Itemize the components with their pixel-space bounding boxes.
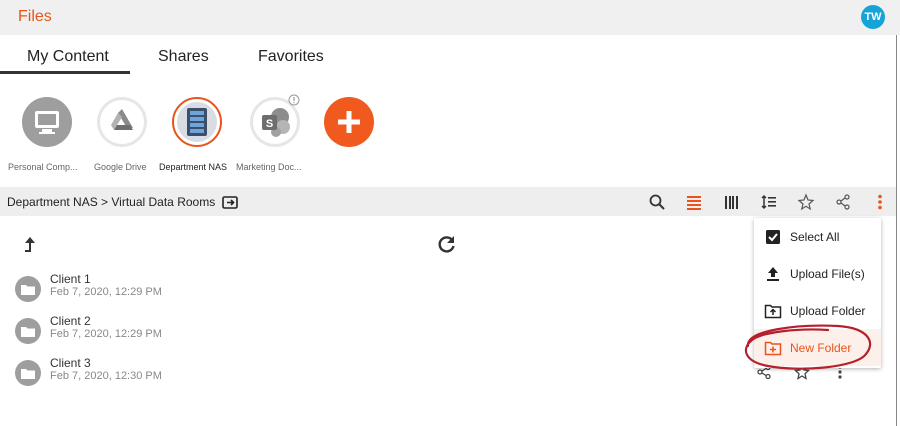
search-icon[interactable] — [648, 193, 666, 211]
file-date: Feb 7, 2020, 12:29 PM — [50, 328, 162, 340]
source-department-nas[interactable] — [172, 97, 222, 147]
source-google-drive[interactable] — [97, 97, 147, 147]
folder-icon — [15, 318, 41, 344]
user-avatar[interactable]: TW — [861, 5, 885, 29]
monitor-icon — [22, 97, 72, 147]
new-folder-icon — [764, 341, 782, 356]
menu-item-upload-files[interactable]: Upload File(s) — [754, 255, 881, 292]
file-name: Client 1 — [50, 272, 91, 286]
file-name: Client 3 — [50, 356, 91, 370]
up-level-icon[interactable] — [22, 237, 36, 253]
tab-shares[interactable]: Shares — [158, 48, 209, 66]
file-row[interactable]: Client 3 Feb 7, 2020, 12:30 PM — [15, 356, 415, 388]
source-label-department-nas: Department NAS — [159, 162, 228, 172]
list-view-icon[interactable] — [685, 193, 703, 211]
menu-item-label: Upload File(s) — [790, 267, 865, 281]
file-row[interactable]: Client 1 Feb 7, 2020, 12:29 PM — [15, 272, 415, 304]
upload-folder-icon — [764, 304, 782, 319]
menu-item-label: Select All — [790, 230, 840, 244]
source-label-google-drive: Google Drive — [94, 162, 147, 172]
nas-server-icon — [177, 102, 217, 142]
tab-my-content[interactable]: My Content — [27, 48, 109, 66]
star-icon[interactable] — [797, 193, 815, 211]
menu-item-label: Upload Folder — [790, 304, 866, 318]
svg-text:S: S — [266, 118, 273, 130]
plus-icon — [338, 111, 360, 133]
add-source-button[interactable] — [324, 97, 374, 147]
source-label-marketing-docs: Marketing Doc... — [236, 162, 302, 172]
path-bar: Department NAS > Virtual Data Rooms — [0, 187, 896, 216]
refresh-icon[interactable] — [437, 234, 457, 254]
source-marketing-docs[interactable]: S — [250, 94, 300, 147]
file-date: Feb 7, 2020, 12:29 PM — [50, 286, 162, 298]
app-title: Files — [18, 8, 52, 25]
file-date: Feb 7, 2020, 12:30 PM — [50, 370, 162, 382]
upload-icon — [767, 267, 779, 281]
storage-sources: S Personal Comp... Google Drive Departme… — [0, 90, 896, 180]
source-label-personal-computer: Personal Comp... — [8, 162, 78, 172]
tab-favorites[interactable]: Favorites — [258, 48, 324, 66]
tab-bar: My Content Shares Favorites — [0, 35, 896, 75]
info-badge-icon — [288, 94, 300, 106]
menu-item-select-all[interactable]: Select All — [754, 218, 881, 255]
more-actions-menu: Select All Upload File(s) Upload Folder … — [754, 218, 881, 368]
file-row[interactable]: Client 2 Feb 7, 2020, 12:29 PM — [15, 314, 415, 346]
menu-item-new-folder[interactable]: New Folder — [754, 329, 881, 366]
sort-icon[interactable] — [760, 193, 778, 211]
source-personal-computer[interactable] — [22, 97, 72, 147]
more-vert-icon[interactable] — [871, 193, 889, 211]
folder-icon — [15, 276, 41, 302]
file-name: Client 2 — [50, 314, 91, 328]
checkbox-icon — [766, 230, 780, 244]
grid-view-icon[interactable] — [722, 193, 740, 211]
breadcrumb[interactable]: Department NAS > Virtual Data Rooms — [7, 195, 215, 209]
panel-border — [896, 35, 897, 426]
folder-icon — [15, 360, 41, 386]
move-folder-icon[interactable] — [221, 193, 239, 211]
menu-item-label: New Folder — [790, 341, 852, 355]
menu-item-upload-folder[interactable]: Upload Folder — [754, 292, 881, 329]
share-icon[interactable] — [834, 193, 852, 211]
top-bar: Files TW — [0, 0, 900, 35]
google-drive-icon — [100, 100, 144, 144]
active-tab-indicator — [0, 71, 130, 74]
